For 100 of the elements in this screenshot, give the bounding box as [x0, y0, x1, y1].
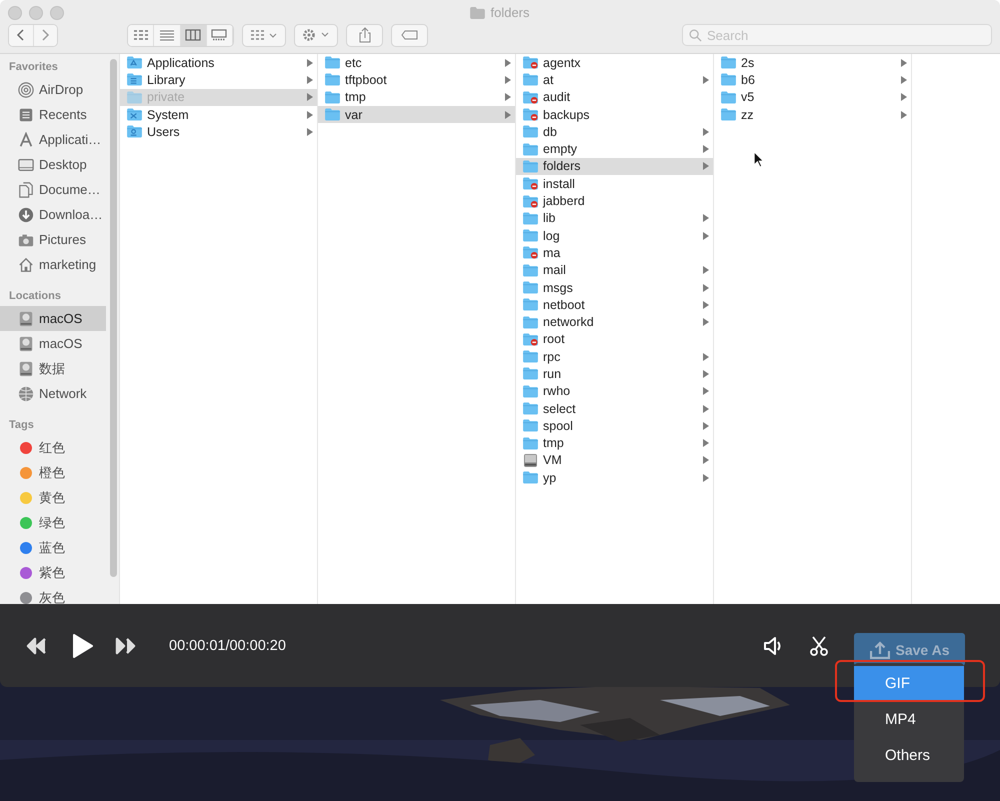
file-row[interactable]: msgs [516, 278, 713, 296]
sidebar-item[interactable]: 绿色 [0, 510, 106, 535]
file-row[interactable]: run [516, 365, 713, 383]
file-row[interactable]: System [120, 106, 317, 124]
sidebar-item[interactable]: Downloa… [0, 202, 106, 227]
sidebar-item[interactable]: 数据 [0, 356, 106, 381]
folder-icon [523, 419, 538, 432]
file-row[interactable]: jabberd [516, 192, 713, 210]
menu-item[interactable]: Others [854, 738, 964, 774]
file-row[interactable]: audit [516, 88, 713, 106]
file-row[interactable]: at [516, 71, 713, 89]
folder-icon [127, 90, 142, 104]
file-row[interactable]: 2s [714, 54, 911, 72]
fast-forward-button[interactable] [114, 636, 136, 654]
file-row[interactable]: b6 [714, 71, 911, 89]
folder-icon [127, 73, 142, 86]
folder-icon [523, 471, 538, 484]
file-row[interactable]: tmp [318, 88, 515, 106]
settings-button[interactable] [294, 24, 338, 46]
scrollbar[interactable] [110, 59, 117, 577]
sidebar-item[interactable]: marketing [0, 252, 106, 277]
sidebar-item[interactable]: 紫色 [0, 560, 106, 585]
sidebar-heading: Tags [8, 418, 35, 433]
disclosure-arrow-icon [703, 284, 709, 292]
file-row[interactable]: agentx [516, 54, 713, 72]
file-row[interactable]: lib [516, 210, 713, 227]
sidebar-item[interactable]: 橙色 [0, 460, 106, 485]
file-row[interactable]: tmp [516, 434, 713, 452]
file-row[interactable]: zz [714, 106, 911, 124]
folder-icon [325, 56, 340, 70]
file-row[interactable]: rpc [516, 348, 713, 366]
file-row[interactable]: VM [516, 452, 713, 470]
folder-icon [127, 108, 142, 122]
play-button[interactable] [72, 632, 94, 658]
file-row[interactable]: v5 [714, 88, 911, 106]
file-row[interactable]: backups [516, 106, 713, 124]
group-by-button[interactable] [242, 24, 286, 46]
sidebar-heading: Locations [8, 289, 62, 304]
disclosure-arrow-icon [505, 93, 511, 102]
sidebar-item[interactable]: 灰色 [0, 585, 106, 604]
clock-list-icon [18, 106, 34, 122]
file-row[interactable]: db [516, 123, 713, 140]
sidebar-item[interactable]: Pictures [0, 227, 106, 252]
file-row[interactable]: netboot [516, 296, 713, 314]
disclosure-arrow-icon [703, 214, 709, 222]
sidebar-item[interactable]: Docume… [0, 177, 106, 202]
scissors-button[interactable] [809, 636, 829, 656]
folder-icon [523, 142, 538, 156]
sidebar-item[interactable]: 黄色 [0, 485, 106, 510]
file-row[interactable]: empty [516, 140, 713, 158]
file-row[interactable]: rwho [516, 382, 713, 400]
upload-icon [870, 640, 890, 658]
folder-icon [325, 73, 340, 86]
file-row[interactable]: Users [120, 123, 317, 140]
folder-icon [721, 108, 736, 122]
chevron-left-icon [16, 28, 26, 42]
folder-icon [523, 402, 538, 416]
file-row[interactable]: select [516, 400, 713, 418]
sidebar-item[interactable]: macOS [0, 331, 106, 356]
file-row[interactable]: folders [516, 158, 713, 176]
sidebar-item[interactable]: 蓝色 [0, 535, 106, 560]
back-button[interactable] [9, 24, 34, 46]
sidebar-item[interactable]: Desktop [0, 152, 106, 177]
folder-icon [325, 108, 340, 122]
scissors-icon [809, 636, 829, 656]
file-row[interactable]: spool [516, 417, 713, 435]
file-row[interactable]: mail [516, 262, 713, 279]
file-row[interactable]: Library [120, 71, 317, 89]
file-row[interactable]: etc [318, 54, 515, 72]
folder-icon [325, 90, 340, 104]
file-row[interactable]: Applications [120, 54, 317, 72]
file-row[interactable]: ma [516, 244, 713, 262]
folder-icon [721, 90, 736, 104]
file-row[interactable]: log [516, 226, 713, 244]
folder-icon [523, 229, 538, 242]
document-icon [18, 182, 34, 198]
restricted-folder-icon [523, 90, 538, 104]
file-row[interactable]: networkd [516, 313, 713, 331]
menu-item[interactable]: MP4 [854, 702, 964, 738]
sidebar-item[interactable]: Recents [0, 102, 106, 127]
file-row[interactable]: root [516, 330, 713, 348]
rewind-button[interactable] [26, 636, 48, 654]
file-row[interactable]: install [516, 175, 713, 192]
disclosure-arrow-icon [901, 110, 907, 119]
sidebar-item[interactable]: Applicati… [0, 127, 106, 152]
chevron-right-icon [40, 28, 50, 42]
file-row[interactable]: var [318, 106, 515, 124]
sidebar-item[interactable]: AirDrop [0, 77, 106, 102]
file-row[interactable]: yp [516, 469, 713, 486]
sidebar-item[interactable]: 红色 [0, 435, 106, 460]
view-mode-button[interactable] [180, 24, 207, 46]
file-row[interactable]: tftpboot [318, 71, 515, 89]
share-button[interactable] [346, 24, 383, 46]
tag-button[interactable] [391, 24, 428, 46]
view-mode-button[interactable] [128, 24, 154, 46]
folder-icon [523, 212, 538, 225]
sidebar-item[interactable]: macOS [0, 306, 106, 331]
sidebar-item[interactable]: Network [0, 381, 106, 406]
airdrop-icon [18, 82, 34, 98]
disclosure-arrow-icon [703, 387, 709, 396]
